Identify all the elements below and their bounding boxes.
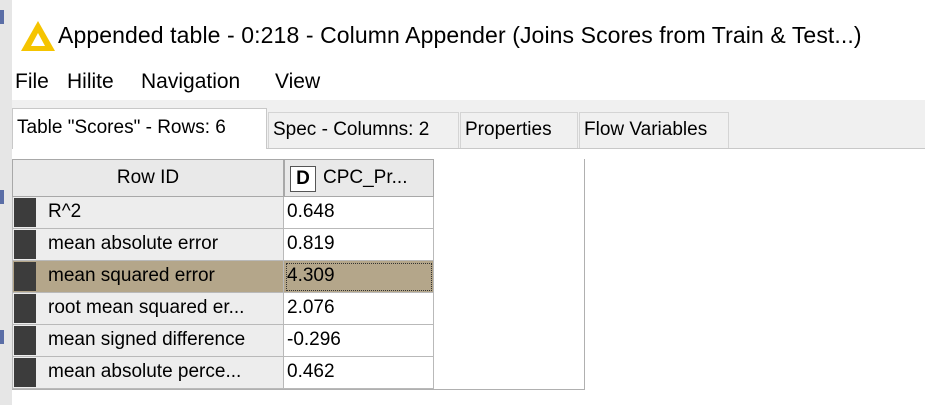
tab-spec[interactable]: Spec - Columns: 2 xyxy=(268,112,459,148)
row-id-cell[interactable]: mean signed difference xyxy=(12,325,284,357)
value-cell[interactable]: -0.296 xyxy=(284,325,434,357)
row-marker xyxy=(14,294,36,323)
row-id-cell[interactable]: root mean squared er... xyxy=(12,293,284,325)
row-id-cell[interactable]: R^2 xyxy=(12,197,284,229)
table-view[interactable]: Row ID D CPC_Pr... R^2 0.648 mean absolu… xyxy=(12,149,925,405)
row-marker xyxy=(14,230,36,259)
tab-table-scores[interactable]: Table "Scores" - Rows: 6 xyxy=(12,108,267,149)
knime-warning-triangle-icon xyxy=(21,21,55,51)
column-header-cpc[interactable]: D CPC_Pr... xyxy=(284,159,434,197)
appended-table-window: Appended table - 0:218 - Column Appender… xyxy=(12,0,925,405)
column-title: CPC_Pr... xyxy=(323,167,408,188)
value-cell[interactable]: 2.076 xyxy=(284,293,434,325)
tab-properties[interactable]: Properties xyxy=(460,112,578,148)
row-marker xyxy=(14,358,36,387)
row-id-header[interactable]: Row ID xyxy=(12,159,284,197)
title-bar[interactable]: Appended table - 0:218 - Column Appender… xyxy=(12,0,925,66)
edge-marker xyxy=(0,10,4,24)
value-cell[interactable]: 0.462 xyxy=(284,357,434,389)
row-id-cell[interactable]: mean absolute error xyxy=(12,229,284,261)
grid-bottom-border xyxy=(12,389,585,390)
row-marker xyxy=(14,326,36,355)
row-marker xyxy=(14,262,36,291)
row-id-label: root mean squared er... xyxy=(48,297,245,318)
row-id-cell[interactable]: mean absolute perce... xyxy=(12,357,284,389)
menu-bar: File Hilite Navigation View xyxy=(12,66,925,100)
row-id-label: mean signed difference xyxy=(48,329,246,350)
menu-hilite[interactable]: Hilite xyxy=(65,70,116,94)
value-cell[interactable]: 0.819 xyxy=(284,229,434,261)
table-row[interactable]: R^2 0.648 xyxy=(12,197,434,229)
double-type-icon: D xyxy=(290,166,316,192)
row-marker xyxy=(14,198,36,227)
value-cell[interactable]: 0.648 xyxy=(284,197,434,229)
table-row-selected[interactable]: mean squared error 4.309 xyxy=(12,261,434,293)
value-cell-selected[interactable]: 4.309 xyxy=(284,261,434,293)
row-id-label: mean squared error xyxy=(48,265,215,286)
table-row[interactable]: mean signed difference -0.296 xyxy=(12,325,434,357)
table-row[interactable]: mean absolute perce... 0.462 xyxy=(12,357,434,389)
menu-navigation[interactable]: Navigation xyxy=(139,70,242,94)
table-row[interactable]: mean absolute error 0.819 xyxy=(12,229,434,261)
window-title: Appended table - 0:218 - Column Appender… xyxy=(58,22,862,48)
menu-view[interactable]: View xyxy=(273,70,322,94)
edge-marker xyxy=(0,190,4,204)
row-id-label: R^2 xyxy=(48,201,82,222)
edge-marker xyxy=(0,330,4,344)
left-window-edge xyxy=(0,0,12,405)
row-id-label: mean absolute perce... xyxy=(48,361,242,382)
tab-flow-variables[interactable]: Flow Variables xyxy=(579,112,729,148)
content-area: Table "Scores" - Rows: 6 Spec - Columns:… xyxy=(12,100,925,405)
grid-right-border xyxy=(584,159,585,390)
row-id-label: mean absolute error xyxy=(48,233,219,254)
menu-file[interactable]: File xyxy=(13,70,51,94)
table-row[interactable]: root mean squared er... 2.076 xyxy=(12,293,434,325)
row-id-cell[interactable]: mean squared error xyxy=(12,261,284,293)
